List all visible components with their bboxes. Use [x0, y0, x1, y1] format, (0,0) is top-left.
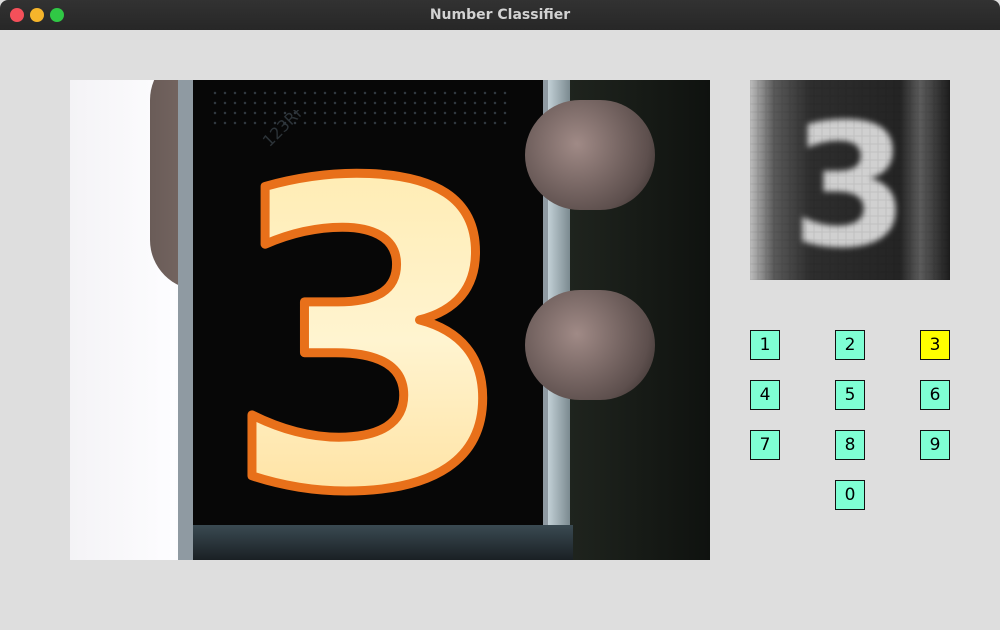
- window-title: Number Classifier: [429, 7, 571, 23]
- digit-button-9[interactable]: 9: [920, 430, 950, 460]
- processed-digit-preview: 3: [750, 80, 950, 280]
- digit-button-7[interactable]: 7: [750, 430, 780, 460]
- camera-thumb-bottom: [525, 290, 655, 400]
- camera-fire-digit: 123RF 3: [220, 110, 520, 550]
- digit-button-8[interactable]: 8: [835, 430, 865, 460]
- digit-button-3[interactable]: 3: [920, 330, 950, 360]
- camera-feed: 123RF 3: [70, 80, 710, 560]
- digit-button-0[interactable]: 0: [835, 480, 865, 510]
- digit-button-4[interactable]: 4: [750, 380, 780, 410]
- preview-image: 3: [750, 80, 950, 280]
- camera-thumb-top: [525, 100, 655, 210]
- title-bar: Number Classifier: [0, 0, 1000, 30]
- digit-button-5[interactable]: 5: [835, 380, 865, 410]
- digit-button-1[interactable]: 1: [750, 330, 780, 360]
- digit-button-2[interactable]: 2: [835, 330, 865, 360]
- camera-digit-text: 3: [224, 110, 516, 550]
- digit-button-6[interactable]: 6: [920, 380, 950, 410]
- preview-pixel-grid: [750, 80, 950, 280]
